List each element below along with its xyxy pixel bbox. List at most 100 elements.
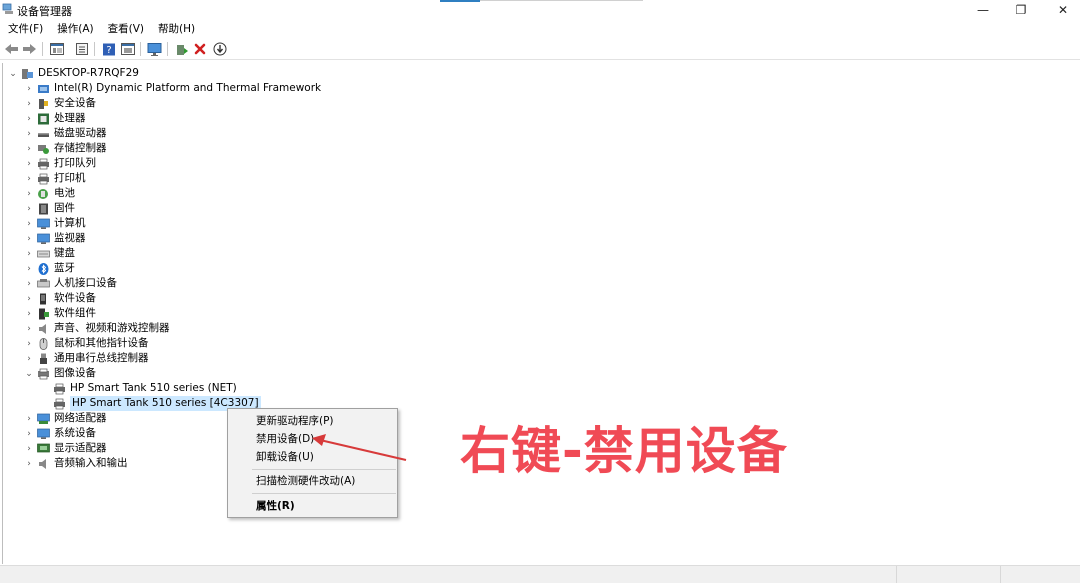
tree-item-print-queue[interactable]: › 打印队列: [23, 156, 96, 171]
chevron-right-icon[interactable]: ›: [23, 174, 35, 184]
tree-item-label: 处理器: [54, 112, 86, 124]
chevron-right-icon[interactable]: ›: [23, 324, 35, 334]
tree-item-label: 存储控制器: [54, 142, 107, 154]
chevron-down-icon[interactable]: ⌄: [23, 369, 35, 379]
svg-text:?: ?: [106, 45, 111, 56]
tree-item-firmware[interactable]: › 固件: [23, 201, 75, 216]
tree-item-network-adapter[interactable]: › 网络适配器: [23, 411, 106, 426]
tree-item-storage-controller[interactable]: › 存储控制器: [23, 141, 107, 156]
tree-item-usb[interactable]: › 通用串行总线控制器: [23, 351, 148, 366]
menu-action[interactable]: 操作(A): [49, 20, 99, 38]
printer-icon: [53, 398, 66, 410]
window-title: 设备管理器: [17, 5, 72, 18]
tree-item-monitor[interactable]: › 监视器: [23, 231, 86, 246]
menu-view[interactable]: 查看(V): [100, 20, 150, 38]
menu-item-scan-hardware[interactable]: 扫描检测硬件改动(A): [228, 472, 397, 490]
help-icon[interactable]: ?: [100, 41, 117, 57]
tree-item-label: 打印队列: [54, 157, 96, 169]
chevron-right-icon[interactable]: ›: [23, 279, 35, 289]
tree-item-software-component[interactable]: › 软件组件: [23, 306, 96, 321]
tree-root-label: DESKTOP-R7RQF29: [38, 67, 139, 79]
back-icon[interactable]: [3, 41, 20, 57]
imaging-device-icon: [37, 368, 50, 380]
chevron-right-icon[interactable]: ›: [23, 159, 35, 169]
tree-item-label: 蓝牙: [54, 262, 75, 274]
device-manager-icon: [2, 3, 13, 14]
title-accent-gray: [480, 0, 643, 1]
chevron-right-icon[interactable]: ›: [23, 249, 35, 259]
tree-item-hid[interactable]: › 人机接口设备: [23, 276, 117, 291]
maximize-button[interactable]: ❐: [998, 0, 1044, 19]
tree-child-hp-net[interactable]: HP Smart Tank 510 series (NET): [39, 381, 237, 396]
chevron-right-icon[interactable]: ›: [23, 204, 35, 214]
monitor-icon[interactable]: [146, 41, 163, 57]
chevron-down-icon[interactable]: ⌄: [7, 69, 19, 79]
tree-item-system-device[interactable]: › 系统设备: [23, 426, 96, 441]
tree-item-software-device[interactable]: › 软件设备: [23, 291, 96, 306]
tree-item-imaging-device[interactable]: ⌄ 图像设备: [23, 366, 96, 381]
monitor-icon: [37, 233, 50, 245]
chevron-right-icon[interactable]: ›: [23, 114, 35, 124]
chevron-right-icon[interactable]: ›: [23, 84, 35, 94]
menu-separator: [252, 493, 396, 494]
chevron-right-icon[interactable]: ›: [23, 189, 35, 199]
menu-item-properties[interactable]: 属性(R): [228, 497, 397, 515]
network-adapter-icon: [37, 413, 50, 425]
menu-file[interactable]: 文件(F): [0, 20, 49, 38]
chevron-right-icon[interactable]: ›: [23, 219, 35, 229]
print-queue-icon: [37, 158, 50, 170]
chevron-right-icon[interactable]: ›: [23, 264, 35, 274]
firmware-icon: [37, 203, 50, 215]
software-device-icon: [37, 293, 50, 305]
view-icon[interactable]: [48, 41, 65, 57]
tree-item-label: 磁盘驱动器: [54, 127, 107, 139]
chevron-right-icon[interactable]: ›: [23, 309, 35, 319]
chevron-right-icon[interactable]: ›: [23, 354, 35, 364]
menu-item-update-driver[interactable]: 更新驱动程序(P): [228, 412, 397, 430]
tree-item-computer[interactable]: › 计算机: [23, 216, 85, 231]
chevron-right-icon[interactable]: ›: [23, 444, 35, 454]
tree-root[interactable]: ⌄ DESKTOP-R7RQF29: [7, 66, 139, 81]
tree-item-mouse[interactable]: › 鼠标和其他指针设备: [23, 336, 149, 351]
tree-item-security[interactable]: › 安全设备: [23, 96, 96, 111]
chevron-right-icon[interactable]: ›: [23, 294, 35, 304]
update-driver-icon[interactable]: [173, 41, 190, 57]
uninstall-icon[interactable]: [191, 41, 208, 57]
tree-child-label: HP Smart Tank 510 series (NET): [70, 382, 237, 394]
tree-item-label: 人机接口设备: [54, 277, 117, 289]
disk-drive-icon: [37, 128, 50, 140]
tree-item-label: 图像设备: [54, 367, 96, 379]
chevron-right-icon[interactable]: ›: [23, 234, 35, 244]
scan-icon[interactable]: [211, 41, 228, 57]
audio-io-icon: [37, 458, 50, 470]
chevron-right-icon[interactable]: ›: [23, 429, 35, 439]
tree-item-label: 监视器: [54, 232, 86, 244]
chevron-right-icon[interactable]: ›: [23, 144, 35, 154]
security-key-icon: [37, 98, 50, 110]
close-button[interactable]: ✕: [1040, 0, 1080, 19]
chevron-right-icon[interactable]: ›: [23, 459, 35, 469]
processor-icon: [37, 113, 50, 125]
tree-item-disk-drive[interactable]: › 磁盘驱动器: [23, 126, 107, 141]
tree-item-sound[interactable]: › 声音、视频和游戏控制器: [23, 321, 169, 336]
tree-item-battery[interactable]: › 电池: [23, 186, 75, 201]
storage-controller-icon: [37, 143, 50, 155]
tree-item-display-adapter[interactable]: › 显示适配器: [23, 441, 106, 456]
tree-item-thermal[interactable]: › Intel(R) Dynamic Platform and Thermal …: [23, 81, 321, 96]
tree-item-audio-io[interactable]: › 音频输入和输出: [23, 456, 127, 471]
chevron-right-icon[interactable]: ›: [23, 129, 35, 139]
tree-item-printer[interactable]: › 打印机: [23, 171, 85, 186]
chevron-right-icon[interactable]: ›: [23, 414, 35, 424]
chevron-right-icon[interactable]: ›: [23, 99, 35, 109]
annotation-arrow: [312, 434, 407, 461]
menu-help[interactable]: 帮助(H): [150, 20, 201, 38]
action-icon[interactable]: [119, 41, 136, 57]
tree-item-keyboard[interactable]: › 键盘: [23, 246, 75, 261]
keyboard-icon: [37, 248, 50, 260]
forward-icon[interactable]: [21, 41, 38, 57]
tree-item-processor[interactable]: › 处理器: [23, 111, 86, 126]
properties-icon[interactable]: [73, 41, 90, 57]
usb-icon: [37, 353, 50, 365]
tree-item-bluetooth[interactable]: › 蓝牙: [23, 261, 75, 276]
chevron-right-icon[interactable]: ›: [23, 339, 35, 349]
